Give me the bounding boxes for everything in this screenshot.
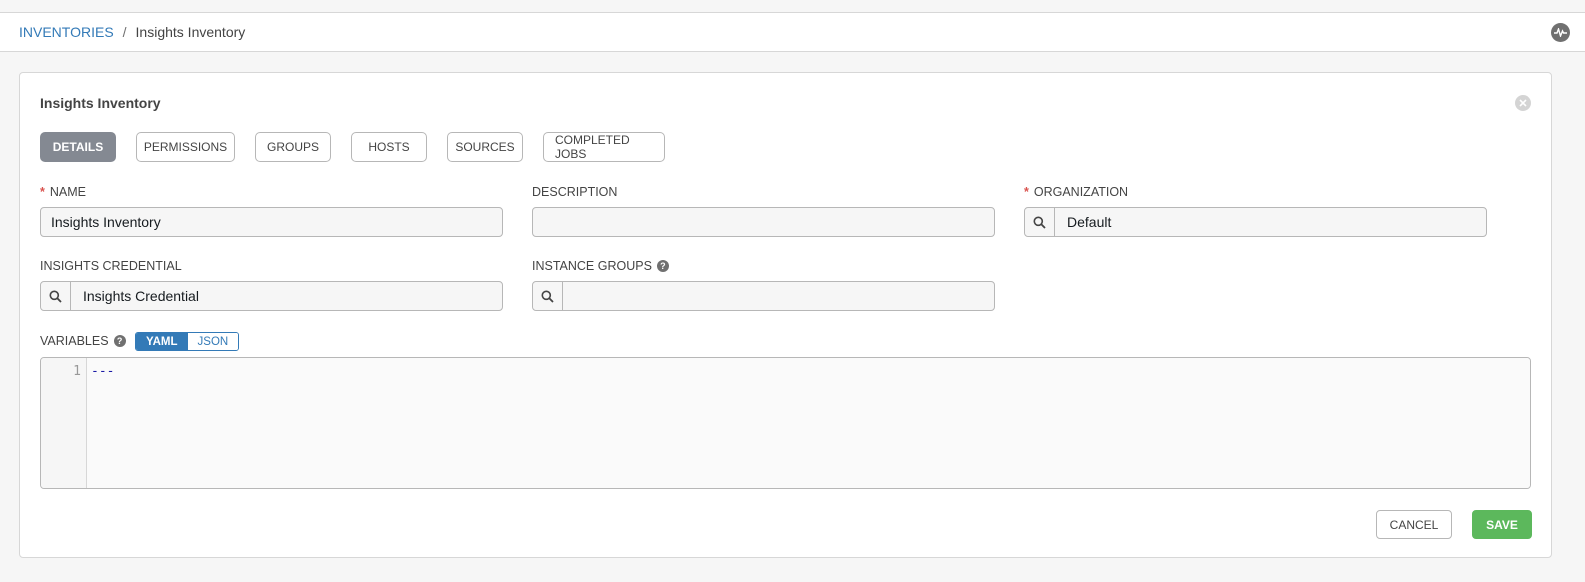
insights-credential-value[interactable]: Insights Credential [71, 288, 199, 304]
organization-label-text: ORGANIZATION [1033, 185, 1129, 199]
description-label-text: DESCRIPTION [532, 185, 618, 199]
tab-permissions[interactable]: PERMISSIONS [136, 132, 235, 162]
name-input[interactable]: Insights Inventory [40, 207, 503, 237]
breadcrumb: INVENTORIES / Insights Inventory [0, 13, 1585, 52]
save-button[interactable]: SAVE [1472, 510, 1532, 539]
instance-groups-label-text: INSTANCE GROUPS [532, 259, 652, 273]
tab-groups[interactable]: GROUPS [255, 132, 331, 162]
variables-format-toggle: YAML JSON [135, 332, 240, 351]
search-icon [1033, 216, 1046, 229]
variables-code-editor[interactable]: 1 --- [40, 357, 1531, 489]
line-number-gutter: 1 [41, 358, 87, 488]
help-icon[interactable]: ? [113, 335, 126, 347]
tab-bar: DETAILS PERMISSIONS GROUPS HOSTS SOURCES… [40, 132, 665, 162]
panel-title: Insights Inventory [40, 95, 161, 111]
name-label-text: NAME [49, 185, 86, 199]
insights-credential-label: INSIGHTS CREDENTIAL [40, 259, 182, 273]
tab-sources[interactable]: SOURCES [447, 132, 523, 162]
variables-label: VARIABLES ? [40, 334, 126, 348]
json-toggle-button[interactable]: JSON [187, 333, 239, 350]
instance-groups-search-button[interactable] [533, 282, 563, 310]
organization-value[interactable]: Default [1055, 214, 1111, 230]
organization-lookup: Default [1024, 207, 1487, 237]
yaml-toggle-button[interactable]: YAML [136, 333, 188, 350]
breadcrumb-inventories-link[interactable]: INVENTORIES [19, 24, 114, 40]
insights-credential-lookup: Insights Credential [40, 281, 503, 311]
description-label: DESCRIPTION [532, 185, 617, 199]
variables-label-text: VARIABLES [40, 334, 109, 348]
variables-content[interactable]: --- [87, 358, 1530, 488]
tab-completed-jobs[interactable]: COMPLETED JOBS [543, 132, 665, 162]
activity-stream-icon[interactable] [1551, 23, 1570, 42]
search-icon [49, 290, 62, 303]
instance-groups-lookup [532, 281, 995, 311]
cancel-button[interactable]: CANCEL [1376, 510, 1452, 539]
organization-search-button[interactable] [1025, 208, 1055, 236]
description-input[interactable] [532, 207, 995, 237]
insights-credential-label-text: INSIGHTS CREDENTIAL [40, 259, 182, 273]
close-icon[interactable] [1515, 95, 1531, 111]
help-icon[interactable]: ? [656, 260, 669, 272]
organization-label: * ORGANIZATION [1024, 185, 1128, 199]
breadcrumb-separator: / [122, 24, 127, 40]
required-marker: * [1024, 185, 1029, 199]
required-marker: * [40, 185, 45, 199]
insights-credential-search-button[interactable] [41, 282, 71, 310]
breadcrumb-current: Insights Inventory [135, 24, 246, 40]
tab-hosts[interactable]: HOSTS [351, 132, 427, 162]
tab-details[interactable]: DETAILS [40, 132, 116, 162]
name-label: * NAME [40, 185, 86, 199]
inventory-form-panel: Insights Inventory DETAILS PERMISSIONS G… [19, 72, 1552, 558]
line-number: 1 [73, 364, 81, 379]
instance-groups-label: INSTANCE GROUPS ? [532, 259, 669, 273]
search-icon [541, 290, 554, 303]
name-value: Insights Inventory [51, 214, 161, 230]
